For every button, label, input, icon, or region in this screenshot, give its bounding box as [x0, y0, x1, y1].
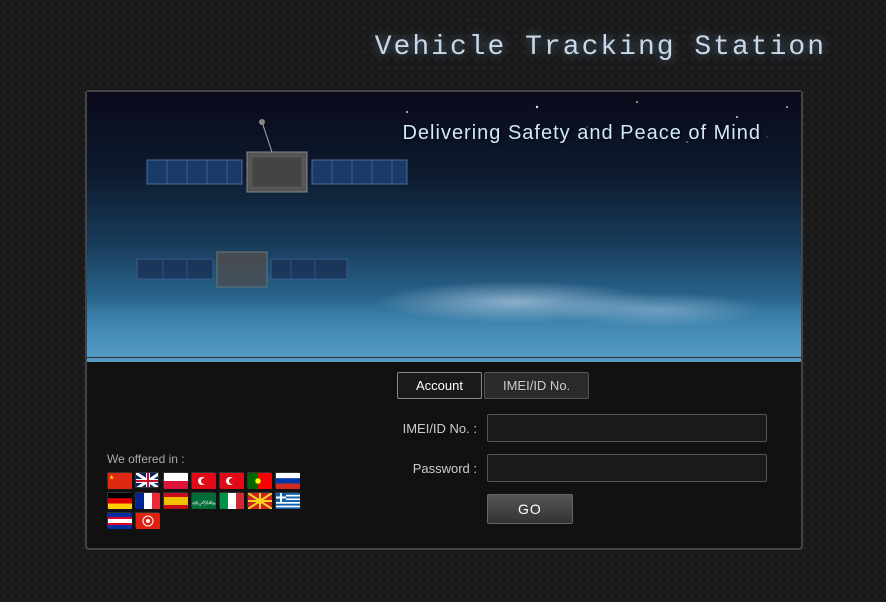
flag-hongkong[interactable] [135, 512, 159, 528]
flag-portuguese[interactable] [247, 472, 271, 488]
flag-russian[interactable] [275, 472, 299, 488]
page-title: Vehicle Tracking Station [375, 32, 826, 63]
cloud-layer [87, 262, 801, 342]
flag-turkish2[interactable] [219, 472, 243, 488]
password-row: Password : [397, 454, 767, 482]
hero-image: Delivering Safety and Peace of Mind [87, 92, 801, 362]
flag-arabic[interactable]: ‎﷽ [191, 492, 215, 508]
hero-tagline: Delivering Safety and Peace of Mind [402, 122, 761, 145]
language-label: We offered in : [107, 452, 357, 466]
flag-chinese[interactable] [107, 472, 131, 488]
imei-label: IMEI/ID No. : [397, 421, 487, 436]
svg-text:‎﷽: ‎﷽ [192, 500, 216, 506]
flag-khmer[interactable] [107, 512, 131, 528]
flag-italian[interactable] [219, 492, 243, 508]
flags-container: ‎﷽ [107, 472, 307, 528]
flag-french[interactable] [135, 492, 159, 508]
flag-german[interactable] [107, 492, 131, 508]
tab-account[interactable]: Account [397, 372, 482, 399]
login-area: Account IMEI/ID No. IMEI/ID No. : Passwo… [382, 357, 782, 539]
flag-turkish[interactable] [191, 472, 215, 488]
flag-macedonian[interactable] [247, 492, 271, 508]
password-label: Password : [397, 461, 487, 476]
flag-english[interactable] [135, 472, 159, 488]
login-tabs: Account IMEI/ID No. [397, 372, 767, 399]
imei-row: IMEI/ID No. : [397, 414, 767, 442]
main-panel: Delivering Safety and Peace of Mind Acco… [85, 90, 803, 550]
flag-polish[interactable] [163, 472, 187, 488]
imei-input[interactable] [487, 414, 767, 442]
tab-imei[interactable]: IMEI/ID No. [484, 372, 589, 399]
password-input[interactable] [487, 454, 767, 482]
go-button[interactable]: GO [487, 494, 573, 524]
flag-spanish[interactable] [163, 492, 187, 508]
language-area: We offered in : [107, 452, 357, 528]
flag-greek[interactable] [275, 492, 299, 508]
